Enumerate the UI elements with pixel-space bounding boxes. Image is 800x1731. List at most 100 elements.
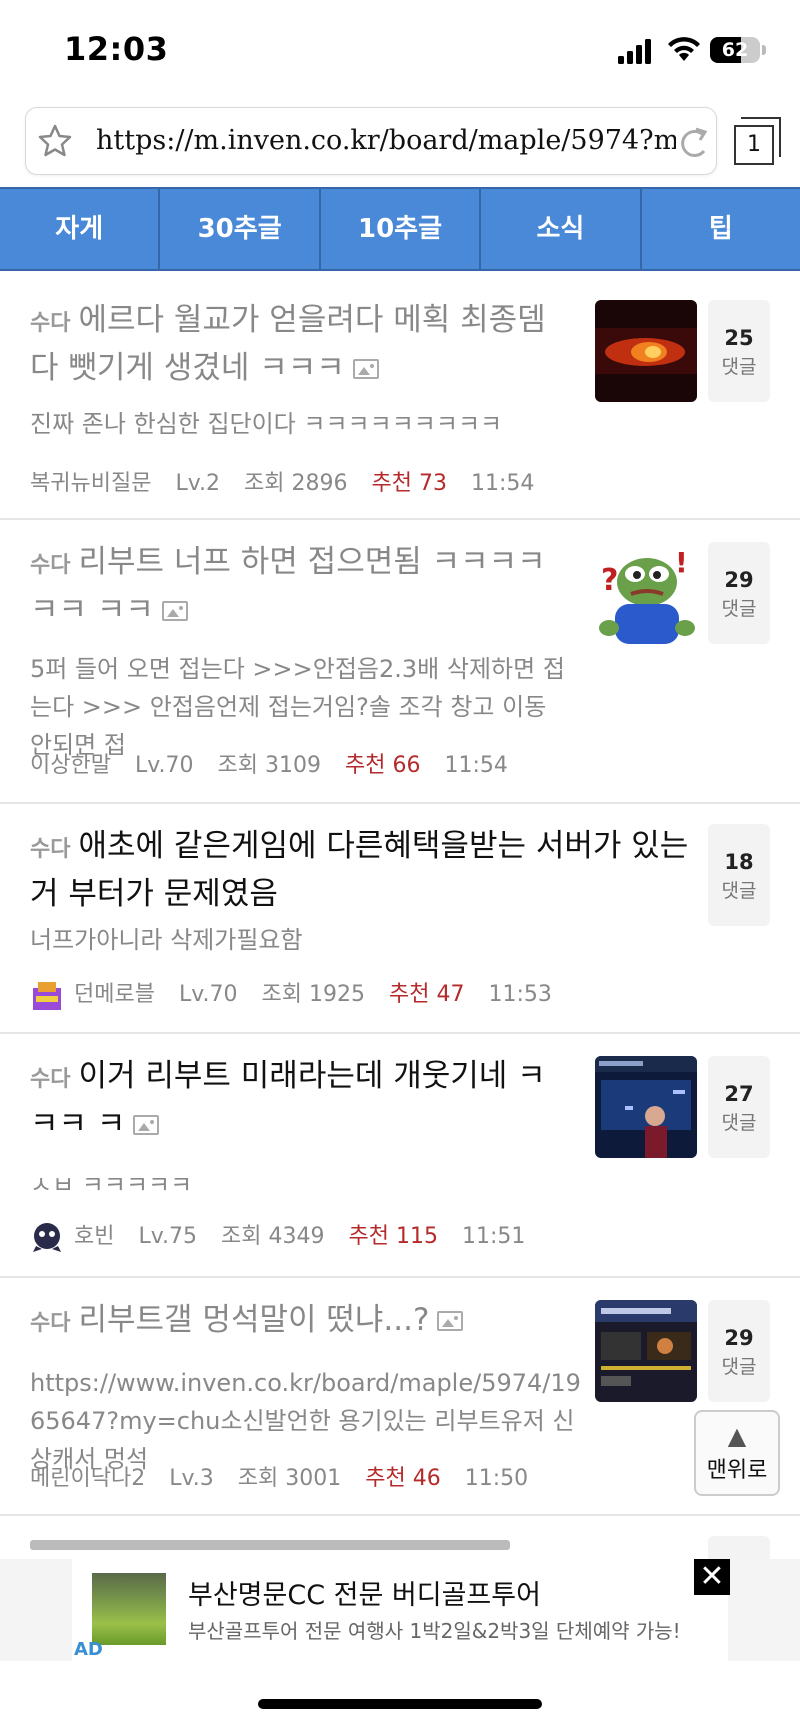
post-item[interactable]: 수다 이거 리부트 미래라는데 개웃기네 ㅋㅋㅋ ㅋ ㅅㅂ ㅋㅋㅋㅋㅋ 호빈 Lv.… [0, 1036, 800, 1278]
post-thumbnail[interactable] [595, 1056, 697, 1158]
post-author[interactable]: 복귀뉴비질문 [30, 471, 151, 496]
ad-content[interactable]: AD 부산명문CC 전문 버디골프투어 부산골프투어 전문 여행사 1박2일&2… [72, 1559, 728, 1661]
tab-free-board[interactable]: 자게 [0, 189, 161, 269]
address-bar[interactable]: https://m.inven.co.kr/board/maple/5974?m… [25, 107, 717, 175]
post-title[interactable]: 수다 리부트갤 멍석말이 떴냐...? [30, 1298, 570, 1346]
post-time: 11:50 [464, 1466, 529, 1491]
post-level: Lv.3 [169, 1466, 214, 1491]
post-views: 조회 3109 [217, 753, 321, 778]
ad-image [92, 1573, 166, 1645]
post-views: 조회 1925 [261, 982, 365, 1007]
ad-description: 부산골프투어 전문 여행사 1박2일&2박3일 단체예약 가능! [188, 1619, 681, 1643]
post-level: Lv.75 [138, 1224, 198, 1249]
post-title[interactable]: 수다 에르다 월교가 얻을려다 메획 최종뎀 다 뺏기게 생겼네 ㅋㅋㅋ [30, 298, 570, 390]
post-thumbnail[interactable]: ? ! [595, 542, 697, 644]
status-bar: 12:03 62 [0, 0, 800, 100]
post-category: 수다 [30, 311, 71, 336]
arrow-up-icon: ▲ [727, 1422, 747, 1450]
ad-banner[interactable]: AD 부산명문CC 전문 버디골프투어 부산골프투어 전문 여행사 1박2일&2… [0, 1559, 800, 1661]
post-category: 수다 [30, 1311, 71, 1336]
image-attachment-icon [437, 1311, 464, 1331]
scroll-top-button[interactable]: ▲ 맨위로 [694, 1410, 780, 1496]
bookmark-star-icon[interactable] [36, 122, 74, 160]
post-preview: 너프가아니라 삭제가필요함 [30, 926, 303, 954]
post-thumbnail[interactable] [595, 1300, 697, 1402]
post-meta: 메린이닥나2 Lv.3 조회 3001 추천 46 11:50 [30, 1460, 552, 1492]
post-category: 수다 [30, 553, 71, 578]
post-level: Lv.70 [134, 753, 194, 778]
post-item[interactable]: 수다 리부트갤 멍석말이 떴냐...? https://www.inven.co.… [0, 1280, 800, 1516]
post-time: 11:54 [470, 471, 535, 496]
post-meta: 복귀뉴비질문 Lv.2 조회 2896 추천 73 11:54 [30, 465, 558, 497]
tab-count: 1 [734, 125, 774, 165]
tab-news[interactable]: 소식 [481, 189, 642, 269]
wifi-icon [668, 37, 700, 61]
post-author[interactable]: 던메로블 [74, 982, 155, 1007]
battery-cap [762, 45, 766, 55]
post-recommend: 추천 46 [365, 1466, 441, 1491]
image-attachment-icon [161, 601, 188, 621]
tab-10-recommended[interactable]: 10추글 [321, 189, 482, 269]
post-thumbnail[interactable] [595, 300, 697, 402]
comment-count-box[interactable]: 29 댓글 [708, 542, 770, 644]
comment-label: 댓글 [721, 356, 757, 378]
comment-label: 댓글 [721, 1112, 757, 1134]
post-recommend: 추천 66 [345, 753, 421, 778]
comment-count-box[interactable]: 18 댓글 [708, 824, 770, 926]
post-title[interactable]: 수다 애초에 같은게임에 다른혜택을받는 서버가 있는거 부터가 문제였음 [30, 824, 690, 916]
comment-count: 29 [724, 1326, 754, 1350]
home-indicator[interactable] [258, 1699, 542, 1709]
close-icon[interactable]: ✕ [694, 1559, 730, 1595]
reload-icon[interactable] [674, 123, 714, 163]
post-time: 11:51 [461, 1224, 526, 1249]
post-item[interactable]: 수다 애초에 같은게임에 다른혜택을받는 서버가 있는거 부터가 문제였음 너프가… [0, 806, 800, 1034]
post-title-fragment [30, 1540, 510, 1550]
post-recommend: 추천 115 [348, 1224, 438, 1249]
post-item[interactable]: 수다 리부트 너프 하면 접으면됨 ㅋㅋㅋㅋㅋㅋ ㅋㅋ 5퍼 들어 오면 접는다 … [0, 522, 800, 804]
comment-count-box[interactable]: 29 댓글 [708, 1300, 770, 1402]
post-preview: 진짜 존나 한심한 집단이다 ㅋㅋㅋㅋㅋㅋㅋㅋㅋ [30, 410, 503, 438]
scroll-top-label: 맨위로 [706, 1458, 768, 1483]
post-author[interactable]: 메린이닥나2 [30, 1466, 145, 1491]
tab-switcher-button[interactable]: 1 [734, 117, 782, 165]
comment-count: 25 [724, 326, 754, 350]
cellular-signal-icon [618, 38, 656, 64]
battery-icon: 62 [710, 37, 760, 63]
tab-tips[interactable]: 팁 [642, 189, 800, 269]
tab-30-recommended[interactable]: 30추글 [160, 189, 321, 269]
post-level: Lv.2 [175, 471, 221, 496]
post-item[interactable]: 수다 에르다 월교가 얻을려다 메획 최종뎀 다 뺏기게 생겼네 ㅋㅋㅋ 진짜 존… [0, 280, 800, 520]
category-nav: 자게 30추글 10추글 소식 팁 [0, 187, 800, 271]
post-meta: 호빈 Lv.75 조회 4349 추천 115 11:51 [30, 1218, 549, 1254]
post-time: 11:53 [488, 982, 552, 1007]
post-time: 11:54 [444, 753, 508, 778]
comment-count-box[interactable]: 25 댓글 [708, 300, 770, 402]
post-title[interactable]: 수다 이거 리부트 미래라는데 개웃기네 ㅋㅋㅋ ㅋ [30, 1054, 570, 1146]
post-category: 수다 [30, 837, 71, 862]
svg-text:!: ! [675, 546, 688, 579]
post-recommend: 추천 47 [389, 982, 465, 1007]
post-author[interactable]: 호빈 [74, 1224, 114, 1249]
post-views: 조회 3001 [237, 1466, 342, 1491]
post-meta: 던메로블 Lv.70 조회 1925 추천 47 11:53 [30, 976, 576, 1012]
post-preview: ㅅㅂ ㅋㅋㅋㅋㅋ [30, 1171, 193, 1192]
post-views: 조회 4349 [221, 1224, 325, 1249]
post-recommend: 추천 73 [371, 471, 447, 496]
post-title[interactable]: 수다 리부트 너프 하면 접으면됨 ㅋㅋㅋㅋㅋㅋ ㅋㅋ [30, 540, 570, 632]
url-text[interactable]: https://m.inven.co.kr/board/maple/5974?m… [96, 125, 676, 156]
comment-label: 댓글 [721, 598, 757, 620]
image-attachment-icon [133, 1115, 160, 1135]
comment-count: 18 [724, 850, 754, 874]
ad-title: 부산명문CC 전문 버디골프투어 [188, 1580, 541, 1611]
comment-count: 29 [724, 568, 754, 592]
post-views: 조회 2896 [244, 471, 348, 496]
post-meta: 이상한말 Lv.70 조회 3109 추천 66 11:54 [30, 747, 532, 779]
svg-text:?: ? [601, 563, 618, 598]
comment-count-box[interactable]: 27 댓글 [708, 1056, 770, 1158]
status-time: 12:03 [64, 30, 169, 68]
comment-count: 27 [724, 1082, 754, 1106]
post-author[interactable]: 이상한말 [30, 753, 111, 778]
author-avatar [30, 978, 64, 1012]
image-attachment-icon [352, 359, 379, 379]
post-category: 수다 [30, 1067, 71, 1092]
